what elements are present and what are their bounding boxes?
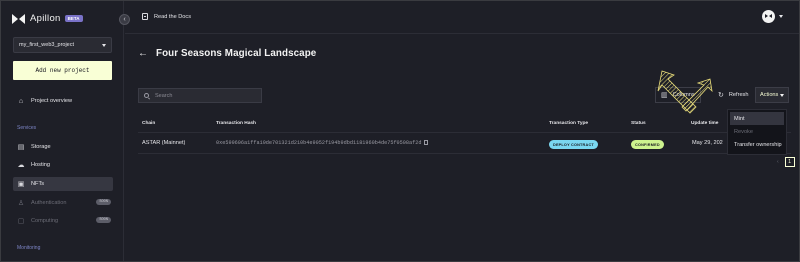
refresh-icon: ↻ bbox=[718, 92, 724, 99]
project-select[interactable]: my_first_web3_project bbox=[13, 37, 112, 53]
refresh-label: Refresh bbox=[728, 92, 749, 98]
column-header-chain: Chain bbox=[142, 121, 156, 126]
table-row[interactable]: ASTAR (Mainnet) 0xe599606a1ffa19de701321… bbox=[138, 132, 791, 154]
app-window: Apillon BETA my_first_web3_project Add n… bbox=[1, 1, 799, 261]
services-section-label: Services bbox=[17, 125, 37, 131]
project-select-value: my_first_web3_project bbox=[19, 42, 75, 48]
cell-hash: 0xe599606a1ffa19de701321d210b4e9052f194b… bbox=[216, 140, 429, 146]
database-icon: ▤ bbox=[17, 144, 25, 151]
account-menu[interactable] bbox=[762, 10, 783, 23]
sidebar-item-hosting[interactable]: ☁ Hosting bbox=[13, 158, 113, 172]
add-project-button[interactable]: Add new project bbox=[13, 61, 112, 80]
menu-item-mint[interactable]: Mint bbox=[730, 112, 784, 125]
chevron-down-icon bbox=[779, 15, 783, 18]
page-title: Four Seasons Magical Landscape bbox=[156, 48, 317, 59]
read-docs-label: Read the Docs bbox=[154, 13, 192, 20]
document-icon bbox=[142, 13, 148, 20]
cloud-icon: ☁ bbox=[17, 162, 25, 169]
back-arrow-icon[interactable]: ← bbox=[138, 48, 148, 59]
sidebar-item-label: NFTs bbox=[31, 181, 45, 187]
hash-value: 0xe599606a1ffa19de701321d210b4e9052f194b… bbox=[216, 140, 422, 146]
read-docs-link[interactable]: Read the Docs bbox=[142, 13, 191, 20]
monitoring-section-label: Monitoring bbox=[17, 245, 41, 251]
columns-button[interactable]: ▥ Columns bbox=[655, 87, 701, 103]
apillon-logo-icon bbox=[12, 13, 25, 24]
pagination: ‹ 1 bbox=[777, 157, 795, 167]
search-input[interactable] bbox=[155, 92, 255, 99]
previous-page-icon[interactable]: ‹ bbox=[777, 159, 779, 165]
avatar bbox=[762, 10, 775, 23]
soon-badge: SOON bbox=[96, 217, 111, 223]
sidebar-item-label: Authentication bbox=[31, 200, 67, 206]
sidebar-item-computing: ▢ Computing SOON bbox=[13, 214, 113, 228]
brand[interactable]: Apillon BETA bbox=[12, 13, 83, 24]
soon-badge: SOON bbox=[96, 199, 111, 205]
sidebar: Apillon BETA my_first_web3_project Add n… bbox=[1, 1, 124, 261]
page-number[interactable]: 1 bbox=[784, 157, 795, 167]
copy-icon[interactable] bbox=[424, 140, 429, 146]
sidebar-item-authentication: ♙ Authentication SOON bbox=[13, 196, 113, 210]
menu-item-transfer-ownership[interactable]: Transfer ownership bbox=[730, 138, 784, 151]
actions-button[interactable]: Actions bbox=[755, 87, 789, 103]
type-badge: DEPLOY CONTRACT bbox=[549, 140, 598, 149]
cell-update-time: May 29, 202 bbox=[692, 140, 723, 146]
column-header-type: Transaction Type bbox=[549, 121, 589, 126]
search-icon bbox=[144, 93, 149, 98]
cell-chain: ASTAR (Mainnet) bbox=[142, 140, 186, 146]
collapse-sidebar-button[interactable]: ‹ bbox=[119, 14, 130, 25]
sidebar-item-label: Computing bbox=[31, 218, 59, 224]
menu-item-revoke: Revoke bbox=[734, 128, 753, 135]
brand-name: Apillon bbox=[30, 13, 61, 24]
sidebar-item-label: Storage bbox=[31, 144, 51, 150]
table-header: Chain Transaction Hash Transaction Type … bbox=[138, 117, 728, 132]
sidebar-item-storage[interactable]: ▤ Storage bbox=[13, 140, 113, 154]
columns-label: Columns bbox=[672, 92, 695, 98]
topbar: Read the Docs bbox=[125, 1, 799, 34]
refresh-button[interactable]: ↻ Refresh bbox=[713, 87, 754, 103]
image-stack-icon: ▣ bbox=[17, 181, 25, 188]
search-box bbox=[138, 88, 262, 103]
chip-icon: ▢ bbox=[17, 218, 25, 225]
actions-label: Actions bbox=[760, 92, 779, 98]
chevron-down-icon bbox=[780, 93, 784, 97]
user-icon: ♙ bbox=[17, 200, 25, 207]
actions-menu: Mint Revoke Transfer ownership bbox=[727, 109, 787, 155]
sidebar-item-label: Project overview bbox=[31, 98, 73, 104]
column-header-hash: Transaction Hash bbox=[216, 121, 256, 126]
chevron-down-icon bbox=[102, 43, 106, 47]
column-header-status: Status bbox=[631, 121, 646, 126]
sidebar-item-label: Hosting bbox=[31, 162, 50, 168]
chevron-left-icon: ‹ bbox=[123, 16, 126, 23]
home-icon: ⌂ bbox=[18, 97, 24, 105]
sidebar-item-project-overview[interactable]: ⌂ Project overview bbox=[13, 94, 113, 108]
sidebar-item-nfts[interactable]: ▣ NFTs bbox=[13, 177, 113, 191]
columns-icon: ▥ bbox=[661, 92, 668, 99]
column-header-update-time: Update time bbox=[691, 121, 719, 126]
beta-badge: BETA bbox=[64, 15, 83, 22]
page-header: ← Four Seasons Magical Landscape bbox=[138, 48, 316, 59]
status-badge: CONFIRMED bbox=[631, 140, 664, 149]
